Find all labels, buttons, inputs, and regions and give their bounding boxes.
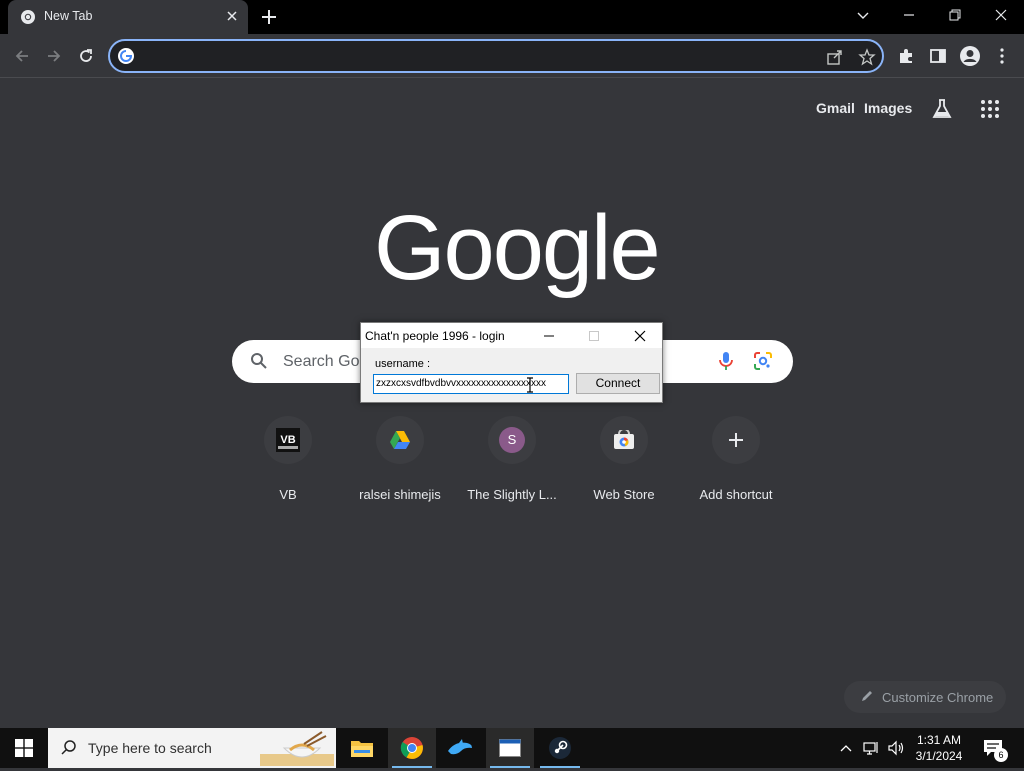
google-lens-icon[interactable] [753, 351, 773, 376]
letter-s-avatar: S [499, 427, 525, 453]
vb-icon: VB [264, 416, 312, 464]
taskbar-steam[interactable] [536, 728, 584, 768]
customize-chrome-button[interactable]: Customize Chrome [844, 681, 1006, 713]
clock-time: 1:31 AM [916, 733, 962, 747]
steam-icon [549, 737, 571, 759]
shortcut-vb[interactable]: VB VB [232, 416, 344, 506]
taskbar-file-explorer[interactable] [338, 728, 386, 768]
volume-icon[interactable] [884, 728, 908, 768]
shortcut-the-slightly[interactable]: S The Slightly L... [456, 416, 568, 506]
chrome-taskbar-icon [400, 737, 423, 759]
taskbar-chrome[interactable] [388, 728, 436, 768]
svg-text:VB: VB [280, 434, 295, 446]
network-icon[interactable] [860, 728, 884, 768]
taskbar-clock[interactable]: 1:31 AM 3/1/2024 [906, 732, 972, 764]
taskbar-search-box[interactable]: Type here to search [48, 728, 336, 768]
images-link[interactable]: Images [864, 100, 912, 116]
taskbar-dolphin[interactable] [436, 728, 484, 768]
extensions-puzzle-icon[interactable] [894, 44, 918, 68]
close-window-button[interactable] [978, 0, 1024, 30]
shortcut-label: ralsei shimejis [359, 487, 441, 502]
dialog-title-bar[interactable]: Chat'n people 1996 - login [361, 323, 662, 348]
minimize-button[interactable] [886, 0, 932, 30]
add-shortcut-button[interactable]: Add shortcut [680, 416, 792, 506]
address-bar[interactable] [108, 39, 884, 73]
search-icon [250, 352, 268, 375]
dialog-maximize-button [579, 323, 609, 348]
shortcut-label: VB [279, 487, 297, 502]
customize-chrome-label: Customize Chrome [882, 690, 994, 705]
dolphin-icon [448, 739, 472, 755]
taskbar-search-placeholder: Type here to search [88, 740, 212, 756]
connect-button[interactable]: Connect [576, 373, 660, 394]
windows-taskbar: Type here to search 1:31 AM 3/1/2024 6 [0, 728, 1024, 768]
app-window-icon [499, 739, 521, 757]
windows-logo-icon [15, 739, 33, 757]
voice-search-mic-icon[interactable] [718, 351, 734, 376]
reload-icon[interactable] [74, 44, 98, 68]
login-dialog: Chat'n people 1996 - login username : zx… [360, 322, 663, 403]
clock-date: 3/1/2024 [915, 749, 963, 763]
bookmark-star-icon[interactable] [858, 48, 876, 66]
notification-center-icon[interactable]: 6 [978, 728, 1008, 768]
letter-s-icon: S [488, 416, 536, 464]
text-cursor-icon [526, 377, 534, 393]
dialog-minimize-button[interactable] [534, 323, 564, 348]
browser-toolbar [0, 34, 1024, 78]
share-icon[interactable] [826, 48, 844, 66]
apps-grid-icon[interactable] [978, 97, 1002, 121]
google-g-icon [118, 48, 134, 64]
dialog-title: Chat'n people 1996 - login [365, 329, 505, 343]
start-button[interactable] [0, 728, 48, 768]
notification-count-badge: 6 [994, 748, 1008, 762]
search-highlight-noodles-icon [260, 730, 334, 771]
taskbar-search-icon [60, 739, 78, 762]
shortcut-web-store[interactable]: Web Store [568, 416, 680, 506]
shortcut-label: Web Store [593, 487, 655, 502]
back-arrow-icon[interactable] [10, 44, 34, 68]
side-panel-icon[interactable] [926, 44, 950, 68]
plus-icon [712, 416, 760, 464]
pencil-icon [860, 689, 874, 706]
new-tab-button[interactable] [258, 6, 280, 28]
dialog-close-button[interactable] [625, 323, 655, 348]
google-drive-icon [376, 416, 424, 464]
forward-arrow-icon[interactable] [42, 44, 66, 68]
file-explorer-icon [351, 741, 373, 757]
shortcut-label: The Slightly L... [467, 487, 557, 502]
username-label: username : [375, 358, 431, 370]
tab-title: New Tab [44, 9, 93, 23]
taskbar-chat-app[interactable] [486, 728, 534, 768]
tab-strip: New Tab [0, 0, 1024, 34]
tab-search-chevron-icon[interactable] [840, 0, 886, 30]
profile-avatar-icon[interactable] [958, 44, 982, 68]
username-input[interactable]: zxzxcxsvdfbvdbvvxxxxxxxxxxxxxxxxxx [373, 374, 569, 394]
google-logo: Google [374, 197, 661, 299]
tray-overflow-chevron-icon[interactable] [836, 728, 856, 768]
menu-kebab-icon[interactable] [990, 44, 1014, 68]
labs-flask-icon[interactable] [930, 97, 954, 121]
restore-button[interactable] [932, 0, 978, 30]
tab-new-tab[interactable]: New Tab [8, 0, 248, 34]
shortcut-ralsei-shimejis[interactable]: ralsei shimejis [344, 416, 456, 506]
chrome-icon [20, 9, 36, 25]
tab-close-icon[interactable] [224, 8, 240, 24]
gmail-link[interactable]: Gmail [816, 100, 855, 116]
shortcut-label: Add shortcut [699, 487, 773, 502]
web-store-icon [600, 416, 648, 464]
